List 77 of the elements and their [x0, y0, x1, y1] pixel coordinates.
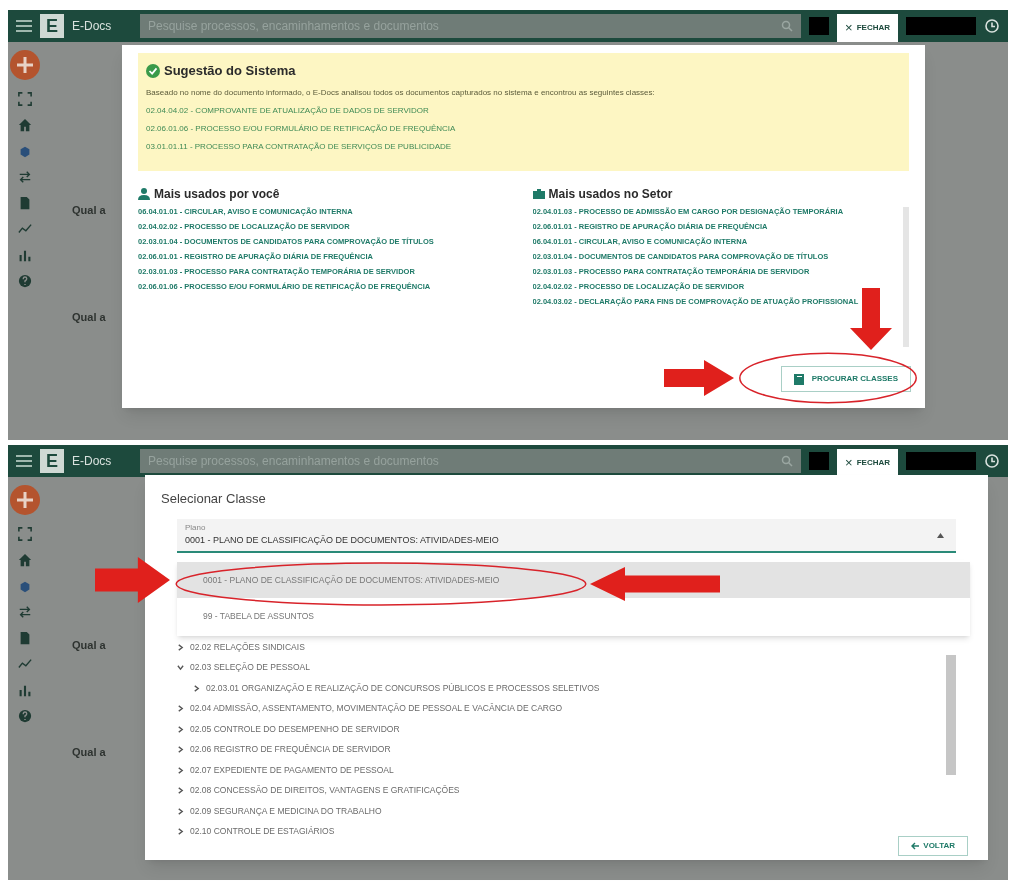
chevron-icon[interactable] [177, 725, 184, 733]
redacted-block [809, 452, 830, 470]
suggestion-title: Sugestão do Sistema [164, 62, 296, 80]
chevron-icon[interactable] [177, 643, 184, 651]
arrows-icon[interactable] [18, 605, 32, 619]
logo: E [40, 14, 64, 38]
close-button[interactable]: × FECHAR [837, 449, 898, 477]
chevron-icon[interactable] [177, 807, 184, 815]
redacted-block [809, 17, 830, 35]
history-icon[interactable] [984, 18, 1000, 34]
bar-chart-icon[interactable] [18, 248, 32, 262]
arrows-icon[interactable] [18, 170, 32, 184]
suggestion-text: Baseado no nome do documento informado, o E-Docs analisou todos os documentos capturados no sistema e encontrou as seguintes classes: [146, 86, 656, 99]
card-title: Qual a [72, 638, 106, 653]
tree-item[interactable]: 02.04 ADMISSÃO, ASSENTAMENTO, MOVIMENTAÇÃO DE PESSOAL E VACÂNCIA DE CARGO [190, 702, 563, 716]
tree-item[interactable]: 02.05 CONTROLE DO DESEMPENHO DE SERVIDOR [190, 722, 400, 736]
chevron-icon[interactable] [177, 705, 184, 713]
arrow-annotation [664, 360, 734, 396]
tree-item[interactable]: 02.10 CONTROLE DE ESTAGIÁRIOS [190, 825, 335, 839]
tree-item[interactable]: 02.07 EXPEDIENTE DE PAGAMENTO DE PESSOAL [190, 763, 394, 777]
fullscreen-icon[interactable] [18, 527, 32, 541]
document-icon[interactable] [18, 196, 32, 210]
chevron-icon[interactable] [177, 664, 184, 672]
book-icon [793, 373, 804, 385]
tree-item[interactable]: 02.09 SEGURANÇA E MEDICINA DO TRABALHO [190, 804, 382, 818]
chevron-icon[interactable] [177, 746, 184, 754]
app-name: E-Docs [72, 453, 113, 470]
card-title: Qual a [72, 309, 106, 325]
check-icon [146, 63, 160, 78]
document-icon[interactable] [18, 631, 32, 645]
search-icon [781, 20, 794, 32]
menu-icon[interactable] [16, 19, 32, 33]
help-icon[interactable] [18, 274, 32, 288]
tree-item[interactable]: 02.08 CONCESSÃO DE DIREITOS, VANTAGENS E GRATIFICAÇÕES [190, 784, 460, 798]
tree-item[interactable]: 02.03 SELEÇÃO DE PESSOAL [190, 661, 310, 675]
menu-icon[interactable] [16, 454, 32, 468]
tree-item[interactable]: 02.02 RELAÇÕES SINDICAIS [190, 640, 305, 654]
section-title: Mais usados por você [154, 185, 280, 203]
dialog-title: Selecionar Classe [160, 490, 267, 508]
briefcase-icon [532, 187, 545, 200]
suggested-class-link[interactable]: 02.06.01.06 - PROCESSO E/OU FORMULÁRIO DE RETIFICAÇÃO DE FREQUÊNCIA [146, 122, 901, 135]
dropdown-option[interactable]: 99 - TABELA DE ASSUNTOS [177, 598, 970, 634]
card-title: Qual a [72, 203, 106, 218]
caret-icon [937, 532, 944, 538]
chevron-icon[interactable] [193, 684, 200, 692]
line-chart-icon[interactable] [18, 657, 32, 671]
redacted-block [906, 17, 976, 35]
fullscreen-icon[interactable] [18, 92, 32, 106]
tree-item[interactable]: 02.06 REGISTRO DE FREQUÊNCIA DE SERVIDOR [190, 743, 391, 757]
home-icon[interactable] [18, 553, 32, 567]
redacted-block [906, 452, 976, 470]
bar-chart-icon[interactable] [18, 683, 32, 697]
search-classes-button[interactable]: PROCURAR CLASSES [780, 366, 911, 392]
person-icon [138, 187, 150, 200]
add-button[interactable] [10, 50, 40, 80]
chevron-icon[interactable] [177, 787, 184, 795]
chevron-icon[interactable] [177, 766, 184, 774]
logo: E [40, 449, 64, 473]
line-chart-icon[interactable] [18, 222, 32, 236]
add-button[interactable] [10, 485, 40, 515]
scrollbar[interactable] [946, 655, 956, 775]
section-title: Mais usados no Setor [548, 185, 673, 203]
tree-item[interactable]: 02.03.01 ORGANIZAÇÃO E REALIZAÇÃO DE CONCURSOS PÚBLICOS E PROCESSOS SELETIVOS [206, 681, 600, 695]
suggested-class-link[interactable]: 03.01.01.11 - PROCESSO PARA CONTRATAÇÃO DE SERVIÇOS DE PUBLICIDADE [146, 140, 901, 153]
scrollbar[interactable] [903, 206, 909, 347]
arrow-left-icon [911, 842, 920, 850]
home-icon[interactable] [18, 118, 32, 132]
history-icon[interactable] [984, 453, 1000, 469]
card-title: Qual a [72, 744, 106, 760]
close-button[interactable]: × FECHAR [837, 14, 898, 42]
app-name: E-Docs [72, 18, 113, 35]
help-icon[interactable] [18, 709, 32, 723]
search-icon [781, 455, 794, 467]
chevron-icon[interactable] [177, 828, 184, 836]
suggested-class-link[interactable]: 02.04.04.02 - COMPROVANTE DE ATUALIZAÇÃO DE DADOS DE SERVIDOR [146, 104, 901, 117]
back-button[interactable]: VOLTAR [898, 836, 968, 856]
class-plan-select[interactable]: Plano 0001 - PLANO DE CLASSIFICAÇÃO DE DOCUMENTOS: ATIVIDADES-MEIO [177, 518, 956, 553]
